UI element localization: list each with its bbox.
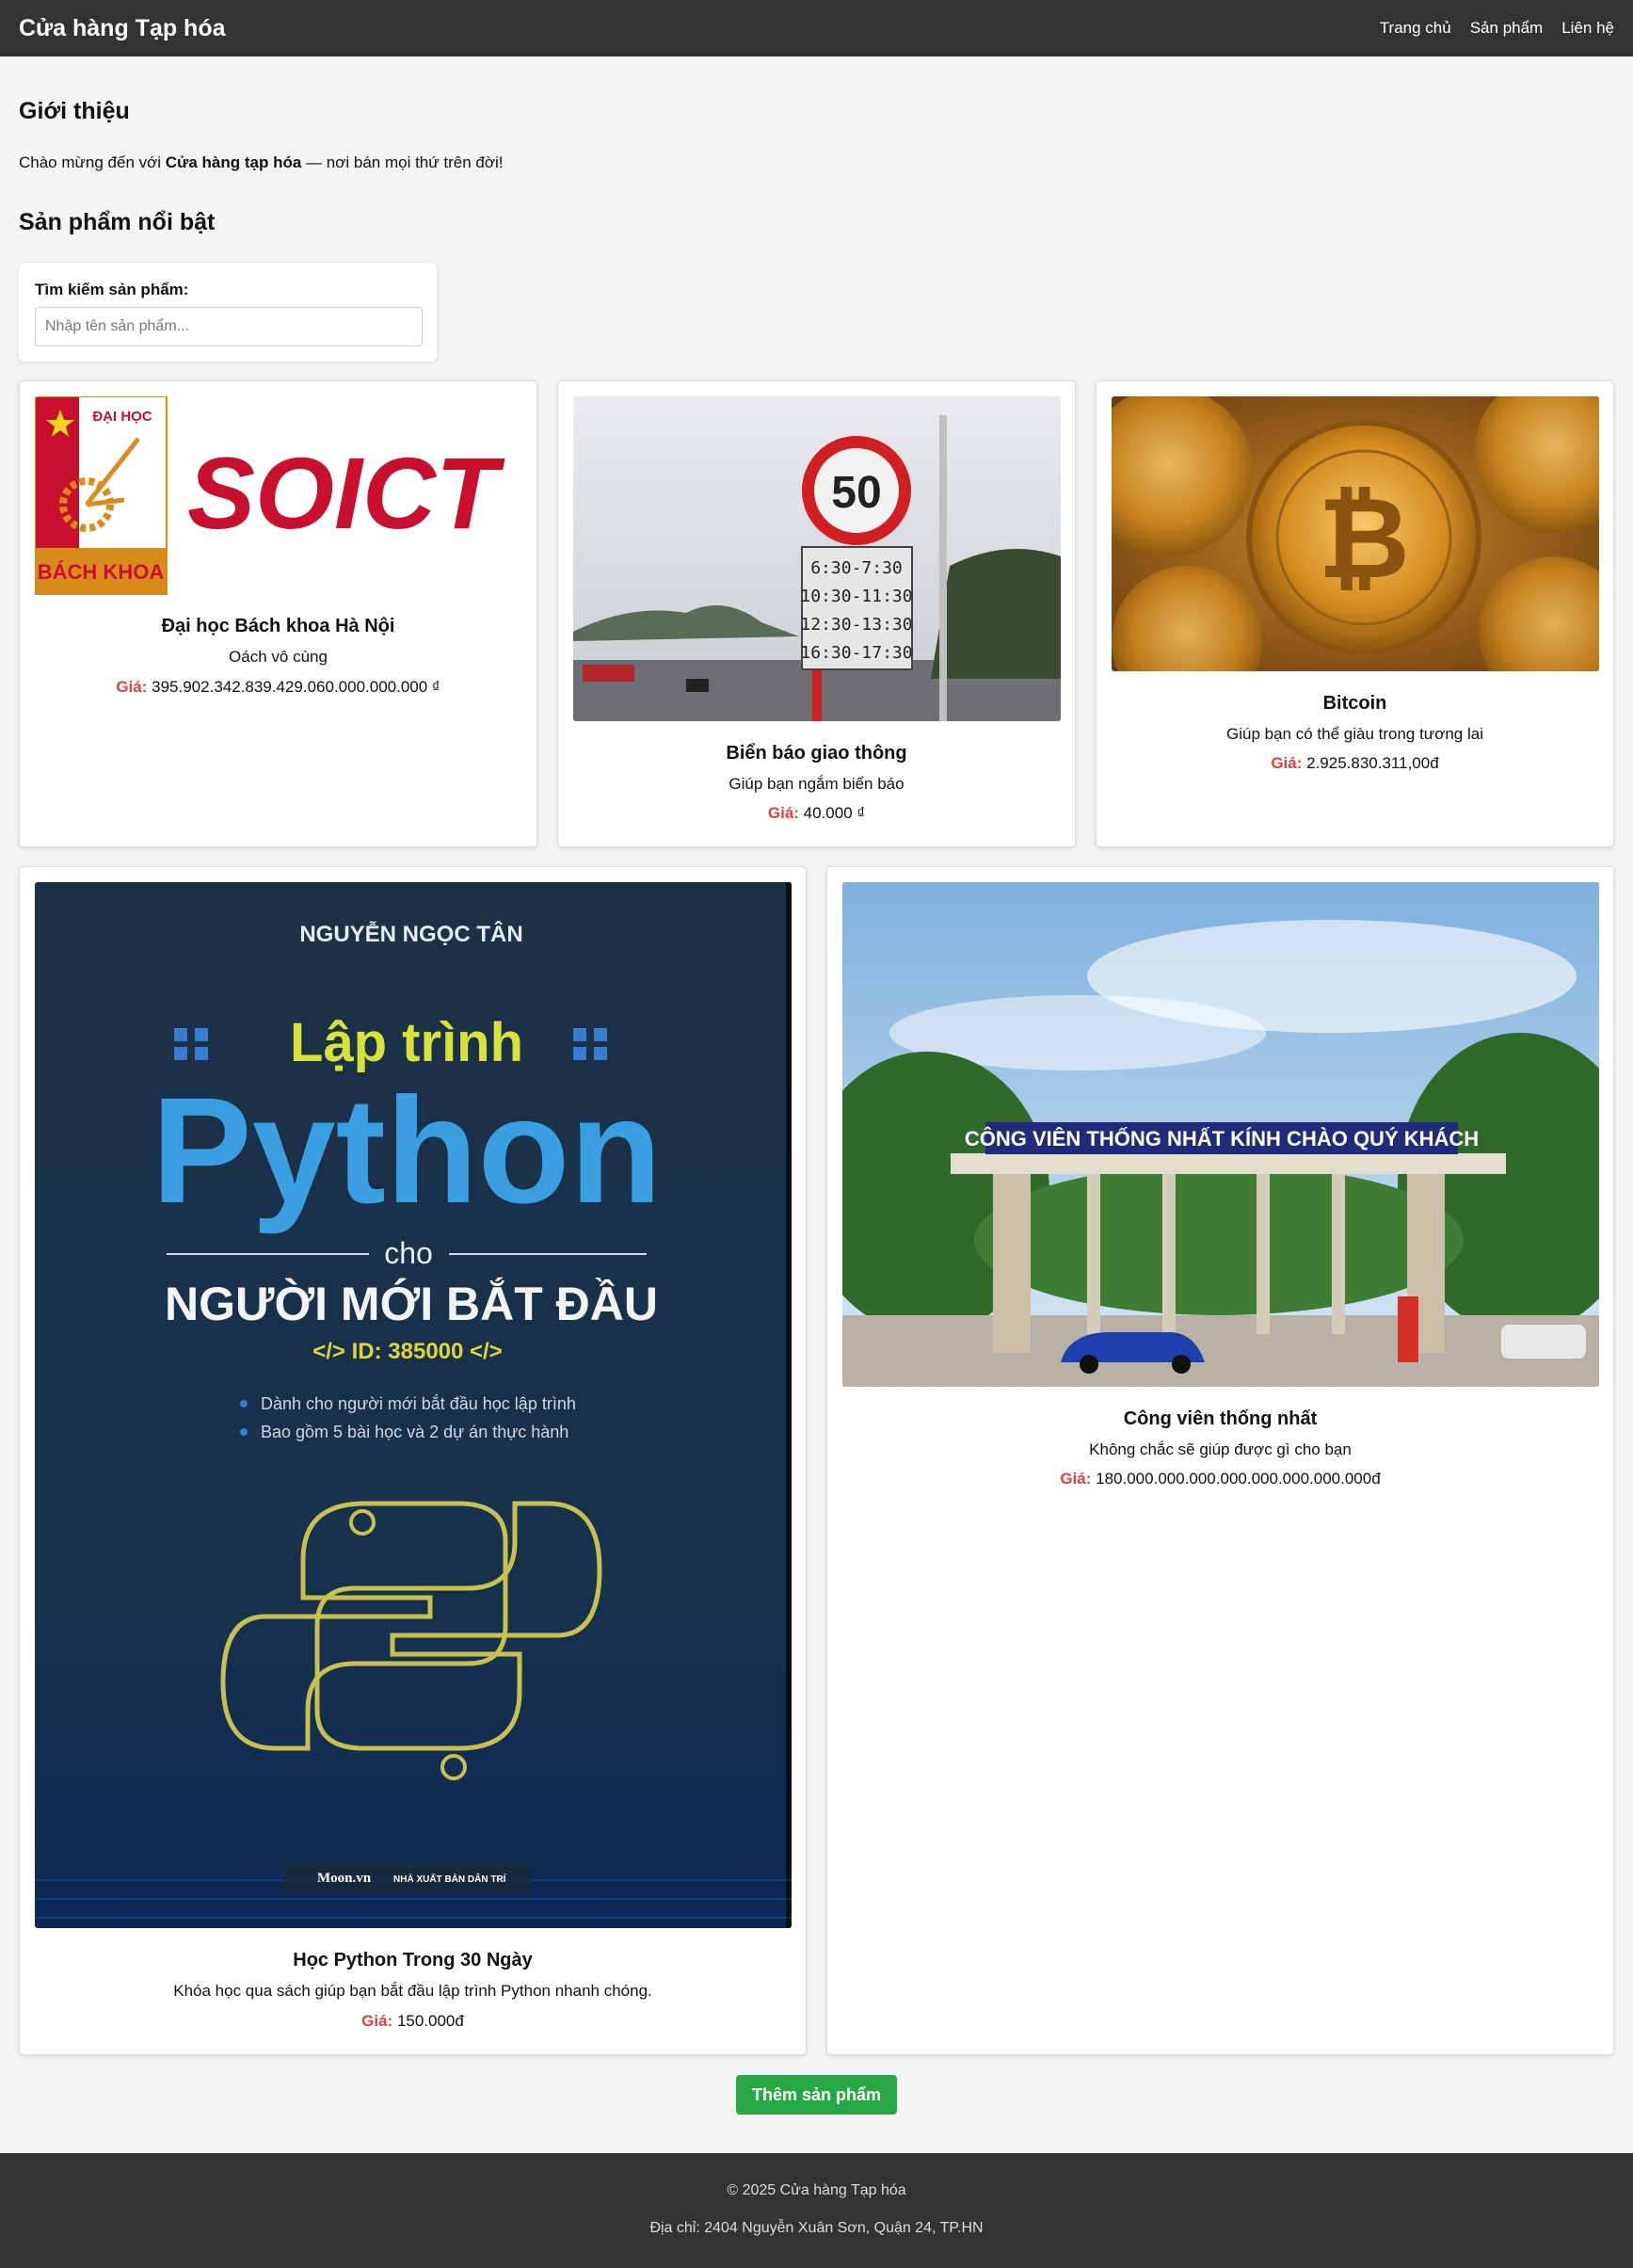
product-card: 50 6:30-7:30 10:30-11:30 12:30-13:30 16:…: [557, 380, 1076, 847]
search-label: Tìm kiếm sản phẩm:: [35, 281, 189, 298]
product-name: Bitcoin: [1322, 693, 1387, 714]
svg-text:ĐẠI HỌC: ĐẠI HỌC: [92, 409, 152, 425]
search-panel: Tìm kiếm sản phẩm:: [19, 263, 437, 362]
svg-text:Moon.vn: Moon.vn: [317, 1871, 372, 1886]
nav-link-contact[interactable]: Liên hệ: [1561, 19, 1614, 38]
product-image-park-gate: CÔNG VIÊN THỐNG NHẤT KÍNH CHÀO QUÝ KHÁCH: [842, 882, 1599, 1387]
svg-text:</> ID: 385000 </>: </> ID: 385000 </>: [312, 1339, 502, 1364]
product-price: Giá: 395.902.342.839.429.060.000.000.000…: [116, 678, 440, 696]
svg-text:NHÀ XUẤT BẢN DÂN TRÍ: NHÀ XUẤT BẢN DÂN TRÍ: [393, 1873, 506, 1885]
svg-text:Bao gồm 5 bài học và 2 dự án t: Bao gồm 5 bài học và 2 dự án thực hành: [261, 1423, 568, 1441]
footer-address: Địa chỉ: 2404 Nguyễn Xuân Sơn, Quận 24, …: [649, 2220, 984, 2236]
svg-text:16:30-17:30: 16:30-17:30: [800, 643, 912, 663]
svg-text:Python: Python: [152, 1066, 662, 1234]
svg-text:CÔNG VIÊN THỐNG NHẤT KÍNH CHÀO: CÔNG VIÊN THỐNG NHẤT KÍNH CHÀO QUÝ KHÁCH: [965, 1126, 1479, 1150]
product-image-traffic-sign: 50 6:30-7:30 10:30-11:30 12:30-13:30 16:…: [573, 396, 1061, 721]
featured-heading: Sản phẩm nổi bật: [19, 209, 216, 235]
product-price: Giá: 2.925.830.311,00đ: [1271, 754, 1439, 772]
product-name: Đại học Bách khoa Hà Nội: [161, 616, 395, 636]
nav-link-products[interactable]: Sản phẩm: [1470, 19, 1544, 38]
product-price: Giá: 180.000.000.000.000.000.000.000.000…: [1060, 1470, 1381, 1488]
product-card: NGUYỄN NGỌC TÂN Lập trình Python cho NGƯ…: [19, 866, 807, 2055]
footer-copyright: © 2025 Cửa hàng Tạp hóa: [727, 2182, 906, 2198]
product-card: CÔNG VIÊN THỐNG NHẤT KÍNH CHÀO QUÝ KHÁCH…: [826, 866, 1614, 2055]
product-card: ₿ Bitcoin Giúp bạn có thể giàu trong tươ…: [1096, 380, 1614, 847]
nav-link-home[interactable]: Trang chủ: [1380, 19, 1451, 38]
svg-text:SOICT: SOICT: [187, 436, 505, 550]
svg-text:₿: ₿: [1318, 474, 1410, 604]
svg-text:12:30-13:30: 12:30-13:30: [800, 615, 912, 635]
product-price: Giá: 40.000 ₫: [767, 804, 866, 822]
product-desc: Không chắc sẽ giúp được gì cho bạn: [1089, 1440, 1352, 1458]
svg-text:6:30-7:30: 6:30-7:30: [810, 558, 903, 578]
product-card: ĐẠI HỌC BÁCH KHOA SOICT Đại học Bách kho…: [19, 380, 537, 847]
main-nav: Trang chủ Sản phẩm Liên hệ: [1380, 19, 1614, 38]
store-name-bold: Cửa hàng tạp hóa: [165, 153, 302, 171]
svg-text:Lập trình: Lập trình: [290, 1012, 523, 1073]
svg-text:BÁCH KHOA: BÁCH KHOA: [38, 560, 165, 584]
product-name: Công viên thống nhất: [1123, 1408, 1318, 1429]
product-desc: Giúp bạn có thể giàu trong tương lai: [1226, 725, 1483, 743]
product-name: Biển báo giao thông: [726, 743, 907, 764]
product-desc: Oách vô cùng: [229, 648, 328, 666]
svg-text:NGUYỄN NGỌC TÂN: NGUYỄN NGỌC TÂN: [299, 920, 522, 947]
product-price: Giá: 150.000đ: [361, 2012, 464, 2030]
product-image-bitcoin: ₿: [1112, 396, 1599, 671]
site-footer: © 2025 Cửa hàng Tạp hóa Địa chỉ: 2404 Ng…: [0, 2153, 1633, 2268]
add-product-button[interactable]: Thêm sản phẩm: [736, 2075, 897, 2115]
svg-text:NGƯỜI MỚI BẮT ĐẦU: NGƯỜI MỚI BẮT ĐẦU: [165, 1278, 658, 1330]
svg-text:Dành cho người mới bắt đầu học: Dành cho người mới bắt đầu học lập trình: [261, 1393, 576, 1413]
product-desc: Giúp bạn ngắm biển báo: [728, 775, 905, 793]
product-image-python-book: NGUYỄN NGỌC TÂN Lập trình Python cho NGƯ…: [35, 882, 792, 1928]
site-brand[interactable]: Cửa hàng Tạp hóa: [19, 15, 226, 42]
svg-text:50: 50: [831, 468, 881, 518]
product-desc: Khóa học qua sách giúp bạn bắt đầu lập t…: [173, 1982, 652, 2000]
intro-text: Chào mừng đến với Cửa hàng tạp hóa — nơi…: [19, 153, 504, 171]
search-input[interactable]: [35, 307, 423, 346]
svg-text:cho: cho: [384, 1236, 433, 1270]
intro-heading: Giới thiệu: [19, 98, 130, 124]
svg-text:10:30-11:30: 10:30-11:30: [800, 587, 912, 606]
product-name: Học Python Trong 30 Ngày: [293, 1950, 533, 1970]
top-navbar: Cửa hàng Tạp hóa Trang chủ Sản phẩm Liên…: [0, 0, 1633, 56]
product-image-soict-logo: ĐẠI HỌC BÁCH KHOA SOICT: [35, 396, 522, 599]
